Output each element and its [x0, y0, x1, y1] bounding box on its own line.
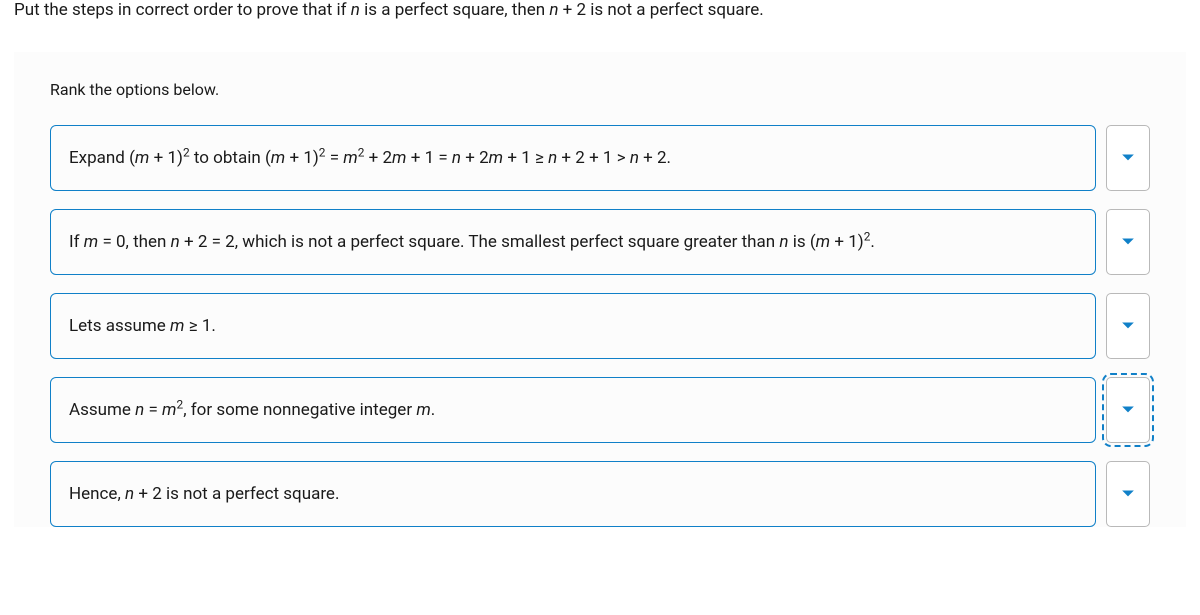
option-card[interactable]: If m = 0, then n + 2 = 2, which is not a… [50, 209, 1096, 275]
rank-dropdown[interactable] [1106, 209, 1150, 275]
option-text: Assume n = m2, for some nonnegative inte… [69, 400, 435, 420]
option-card[interactable]: Expand (m + 1)2 to obtain (m + 1)2 = m2 … [50, 125, 1096, 191]
option-text: Hence, n + 2 is not a perfect square. [69, 484, 339, 504]
chevron-down-icon [1121, 316, 1135, 336]
question-prompt: Put the steps in correct order to prove … [0, 0, 1200, 52]
ranking-workspace: Rank the options below. Expand (m + 1)2 … [14, 52, 1186, 527]
rank-dropdown[interactable] [1106, 377, 1150, 443]
rank-dropdown[interactable] [1106, 293, 1150, 359]
option-row: Hence, n + 2 is not a perfect square. [50, 461, 1150, 527]
option-row: Lets assume m ≥ 1. [50, 293, 1150, 359]
ranking-instruction: Rank the options below. [50, 76, 1150, 125]
option-row: If m = 0, then n + 2 = 2, which is not a… [50, 209, 1150, 275]
rank-dropdown[interactable] [1106, 461, 1150, 527]
options-list: Expand (m + 1)2 to obtain (m + 1)2 = m2 … [50, 125, 1150, 527]
option-row: Expand (m + 1)2 to obtain (m + 1)2 = m2 … [50, 125, 1150, 191]
option-text: Expand (m + 1)2 to obtain (m + 1)2 = m2 … [69, 148, 671, 168]
option-row: Assume n = m2, for some nonnegative inte… [50, 377, 1150, 443]
chevron-down-icon [1121, 484, 1135, 504]
rank-dropdown[interactable] [1106, 125, 1150, 191]
chevron-down-icon [1121, 232, 1135, 252]
chevron-down-icon [1121, 148, 1135, 168]
option-text: If m = 0, then n + 2 = 2, which is not a… [69, 232, 875, 252]
option-card[interactable]: Assume n = m2, for some nonnegative inte… [50, 377, 1096, 443]
option-text: Lets assume m ≥ 1. [69, 316, 216, 336]
option-card[interactable]: Lets assume m ≥ 1. [50, 293, 1096, 359]
option-card[interactable]: Hence, n + 2 is not a perfect square. [50, 461, 1096, 527]
chevron-down-icon [1121, 400, 1135, 420]
